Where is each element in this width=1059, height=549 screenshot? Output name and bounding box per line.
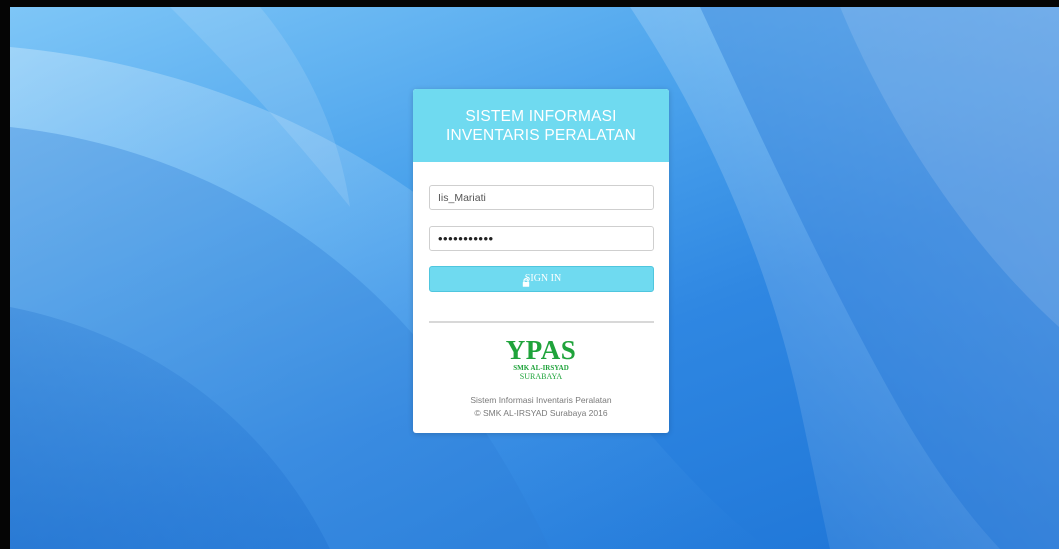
logo-name: YPAS — [505, 335, 577, 365]
ypas-logo: YPAS SMK AL-IRSYAD SURABAYA — [413, 335, 669, 382]
screenshot-frame: SISTEM INFORMASI INVENTARIS PERALATAN ••… — [0, 0, 1059, 549]
divider — [429, 321, 654, 323]
login-card: SISTEM INFORMASI INVENTARIS PERALATAN ••… — [413, 89, 669, 433]
app-title-line1: SISTEM INFORMASI — [465, 108, 617, 125]
footer-line1: Sistem Informasi Inventaris Peralatan — [470, 395, 612, 405]
logo-school: SMK AL-IRSYAD — [513, 364, 569, 372]
sign-in-label: SIGN IN — [524, 273, 562, 284]
login-header: SISTEM INFORMASI INVENTARIS PERALATAN — [413, 89, 669, 162]
background-wallpaper: SISTEM INFORMASI INVENTARIS PERALATAN ••… — [10, 7, 1059, 549]
logo-city: SURABAYA — [519, 372, 563, 381]
password-input[interactable]: ••••••••••• — [429, 226, 654, 251]
app-title-line2: INVENTARIS PERALATAN — [445, 127, 637, 144]
sign-in-button[interactable]: SIGN IN — [429, 266, 654, 292]
footer-text: Sistem Informasi Inventaris Peralatan © … — [413, 394, 669, 420]
username-input[interactable] — [429, 185, 654, 210]
footer-copyright: © SMK AL-IRSYAD Surabaya 2016 — [474, 408, 608, 418]
